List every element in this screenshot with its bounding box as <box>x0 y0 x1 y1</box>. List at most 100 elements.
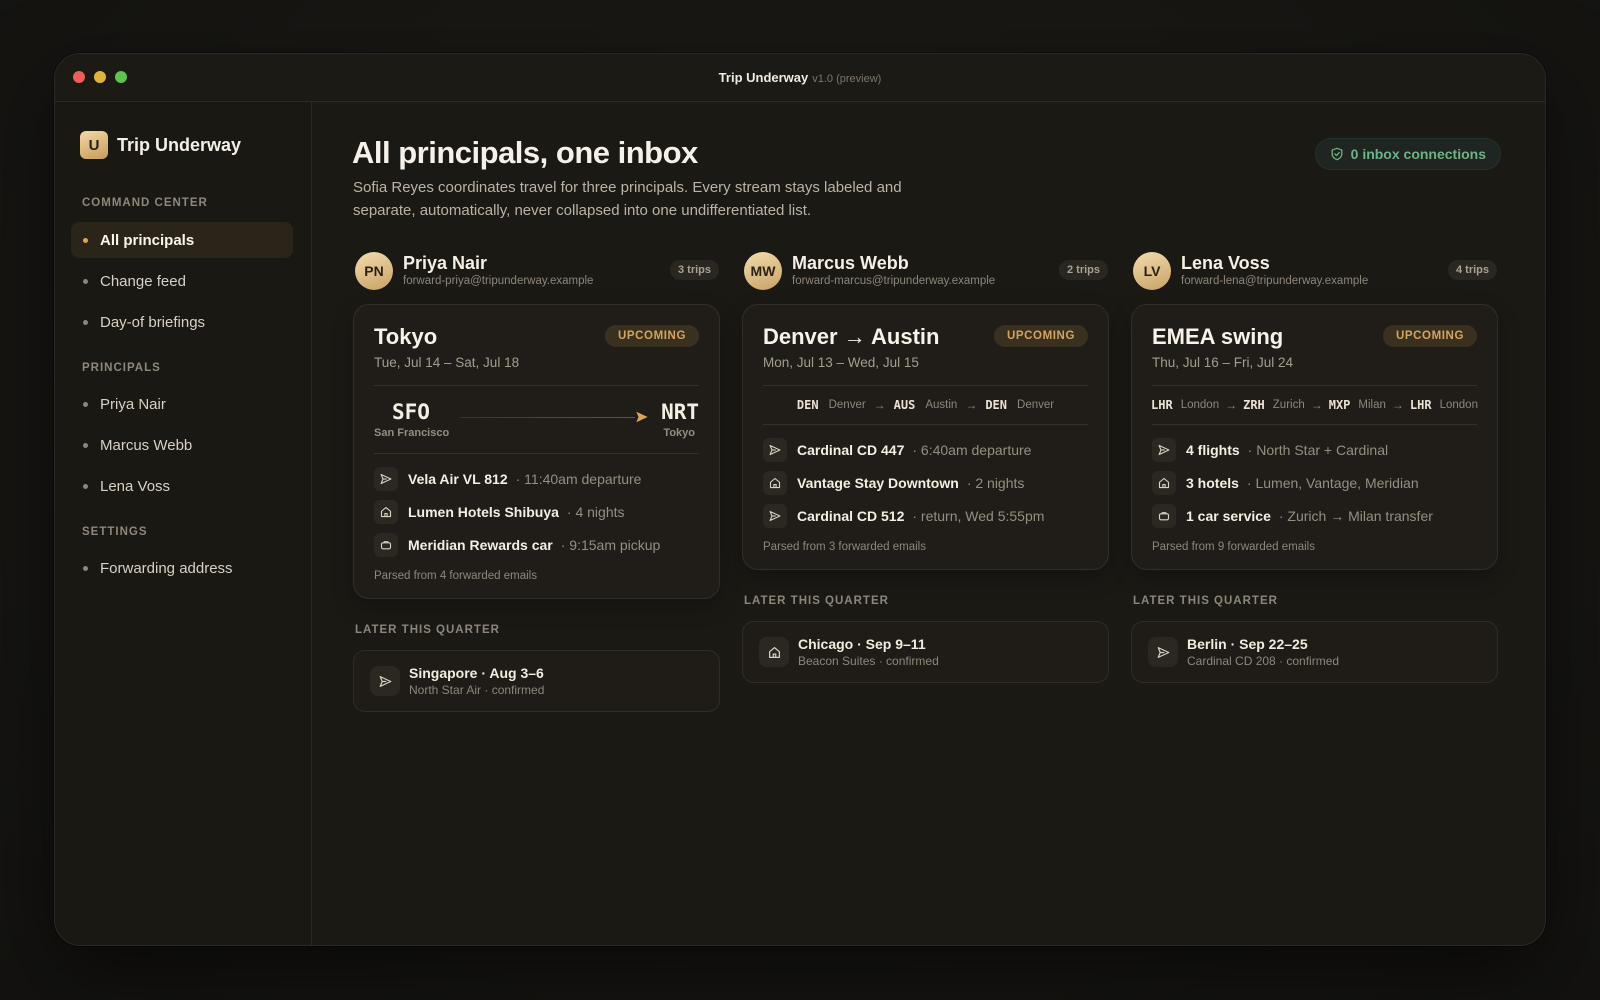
later-trip-card[interactable]: Singapore · Aug 3–6 North Star Air · con… <box>353 650 720 712</box>
booking-name: Cardinal CD 447 <box>797 441 905 458</box>
trip-dates: Thu, Jul 16 – Fri, Jul 24 <box>1152 355 1294 370</box>
route-chain: LHR London → ZRH Zurich → MXP Milan → LHR Lo… <box>1151 386 1478 424</box>
nav-item-label: Change feed <box>100 272 186 290</box>
later-trip-title: Berlin · Sep 22–25 <box>1187 636 1308 652</box>
bullet-icon <box>83 401 88 407</box>
destination-city: Tokyo <box>663 427 695 439</box>
nav-item-forwarding-address[interactable]: Forwarding address <box>71 550 293 586</box>
bullet-icon <box>83 565 88 571</box>
nav-item-label: Lena Voss <box>100 477 171 495</box>
app-logo: U <box>80 131 108 159</box>
airport-city: London <box>1439 399 1478 411</box>
plane-icon <box>763 437 787 462</box>
booking-item[interactable]: 4 flights · North Star + Cardinal <box>1152 433 1477 466</box>
airport-city: Denver <box>828 399 866 411</box>
flight-route: SFO San Francisco NRT Tokyo <box>374 386 699 453</box>
principal-header: MW Marcus Webb forward-marcus@tripunderw… <box>742 250 1109 302</box>
arrow-right-icon: → <box>1225 398 1238 412</box>
airport-city: Denver <box>1017 399 1055 411</box>
sidebar: U Trip Underway COMMAND CENTER All princ… <box>55 102 312 945</box>
window-title: Trip Underway v1.0 (preview) <box>55 70 1545 85</box>
trip-dates: Mon, Jul 13 – Wed, Jul 15 <box>763 355 919 370</box>
inbox-connections-badge[interactable]: 0 inbox connections <box>1314 138 1501 170</box>
version-label: v1.0 (preview) <box>812 73 882 85</box>
later-this-quarter-label: LATER THIS QUARTER <box>1133 595 1278 607</box>
booking-detail: · 4 nights <box>566 503 625 520</box>
window-title-text: Trip Underway <box>718 70 809 85</box>
nav-item-priya-nair[interactable]: Priya Nair <box>71 386 293 422</box>
booking-item[interactable]: Vela Air VL 812 · 11:40am departure <box>374 462 699 495</box>
app-name: Trip Underway <box>117 134 242 155</box>
main-content: All principals, one inbox Sofia Reyes co… <box>313 102 1545 945</box>
booking-name: Vela Air VL 812 <box>408 470 508 487</box>
page-subtitle: Sofia Reyes coordinates travel for three… <box>353 179 902 219</box>
airport-city: Austin <box>925 399 958 411</box>
parsed-from-note: Parsed from 4 forwarded emails <box>374 570 537 582</box>
nav-section-command-center: COMMAND CENTER <box>82 197 208 209</box>
later-trip-title: Singapore · Aug 3–6 <box>409 665 544 681</box>
booking-item[interactable]: 3 hotels · Lumen, Vantage, Meridian <box>1152 466 1477 499</box>
nav-item-all-principals[interactable]: All principals <box>71 222 293 258</box>
nav-item-label: Marcus Webb <box>100 436 193 454</box>
booking-detail: · 11:40am departure <box>515 470 642 487</box>
trip-card[interactable]: Denver → Austin Mon, Jul 13 – Wed, Jul 1… <box>742 304 1109 570</box>
plane-icon <box>763 503 787 528</box>
booking-item[interactable]: Vantage Stay Downtown · 2 nights <box>763 466 1088 499</box>
trip-card[interactable]: EMEA swing Thu, Jul 16 – Fri, Jul 24 UPC… <box>1131 304 1498 570</box>
airport-code: DEN <box>985 398 1008 412</box>
bullet-icon <box>83 278 88 284</box>
later-trip-subtitle: Beacon Suites · confirmed <box>798 654 939 668</box>
airport-city: Milan <box>1358 399 1386 411</box>
booking-item[interactable]: Cardinal CD 447 · 6:40am departure <box>763 433 1088 466</box>
brand: U Trip Underway <box>80 131 241 159</box>
booking-item[interactable]: Cardinal CD 512 · return, Wed 5:55pm <box>763 499 1088 532</box>
principal-column-marcus: MW Marcus Webb forward-marcus@tripunderw… <box>742 250 1109 683</box>
booking-item[interactable]: Lumen Hotels Shibuya · 4 nights <box>374 495 699 528</box>
trip-count-badge: 2 trips <box>1058 260 1108 280</box>
title-bar: Trip Underway v1.0 (preview) <box>55 54 1545 102</box>
booking-list: Cardinal CD 447 · 6:40am departure Vanta… <box>763 425 1088 532</box>
arrow-right-icon: → <box>1391 398 1404 412</box>
shield-check-icon <box>1331 147 1343 161</box>
booking-detail: · 9:15am pickup <box>560 536 661 553</box>
hotel-icon <box>759 637 789 667</box>
status-badge: UPCOMING <box>604 325 699 347</box>
later-this-quarter-label: LATER THIS QUARTER <box>355 624 500 636</box>
nav-item-marcus-webb[interactable]: Marcus Webb <box>71 427 293 463</box>
booking-name: 1 car service <box>1186 507 1271 524</box>
booking-list: 4 flights · North Star + Cardinal 3 hote… <box>1152 425 1477 532</box>
nav-item-lena-voss[interactable]: Lena Voss <box>71 468 293 504</box>
car-icon <box>374 532 398 557</box>
trip-card[interactable]: Tokyo Tue, Jul 14 – Sat, Jul 18 UPCOMING… <box>353 304 720 599</box>
booking-item[interactable]: 1 car service · Zurich → Milan transfer <box>1152 499 1477 532</box>
later-trip-card[interactable]: Chicago · Sep 9–11 Beacon Suites · confi… <box>742 621 1109 683</box>
booking-detail: · 2 nights <box>966 474 1025 491</box>
nav-item-label: Forwarding address <box>100 559 233 577</box>
arrow-right-icon: → <box>1310 398 1323 412</box>
principal-name: Marcus Webb <box>792 253 909 273</box>
booking-name: Lumen Hotels Shibuya <box>408 503 559 520</box>
nav-item-label: All principals <box>100 231 195 249</box>
booking-name: Meridian Rewards car <box>408 536 553 553</box>
nav-item-change-feed[interactable]: Change feed <box>71 263 293 299</box>
avatar: MW <box>744 252 782 290</box>
airport-code: DEN <box>796 398 819 412</box>
principal-header: PN Priya Nair forward-priya@tripunderway… <box>353 250 720 302</box>
booking-detail: · Zurich → Milan transfer <box>1278 507 1433 524</box>
nav-item-day-of-briefings[interactable]: Day-of briefings <box>71 304 293 340</box>
later-trip-card[interactable]: Berlin · Sep 22–25 Cardinal CD 208 · con… <box>1131 621 1498 683</box>
forwarding-email: forward-lena@tripunderway.example <box>1181 275 1369 287</box>
airport-city: Zurich <box>1272 399 1305 411</box>
arrow-right-icon: → <box>873 398 886 412</box>
booking-item[interactable]: Meridian Rewards car · 9:15am pickup <box>374 528 699 561</box>
later-trip-subtitle: North Star Air · confirmed <box>409 683 545 697</box>
airport-code: LHR <box>1151 398 1173 412</box>
avatar: PN <box>355 252 393 290</box>
airport-code: LHR <box>1409 398 1432 412</box>
booking-detail: · return, Wed 5:55pm <box>912 507 1045 524</box>
plane-icon <box>1148 637 1178 667</box>
plane-icon <box>1152 437 1176 462</box>
booking-detail: · Lumen, Vantage, Meridian <box>1246 474 1419 491</box>
airport-code: ZRH <box>1243 398 1265 412</box>
booking-name: 3 hotels <box>1186 474 1239 491</box>
